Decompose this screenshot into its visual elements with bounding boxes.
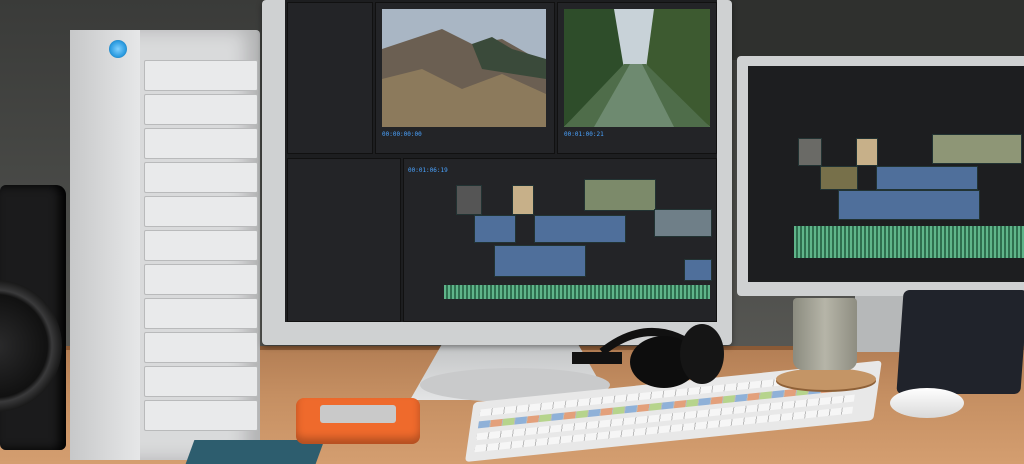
- program-monitor-panel: 00:01:00:21: [557, 2, 717, 154]
- monitor-stand: [855, 290, 905, 352]
- editing-studio-photo: 00:00:00:00 00:01:00:21 00:01:06:19: [0, 0, 1024, 464]
- drive-bay: [144, 366, 258, 397]
- media-browser-panel: [287, 158, 401, 322]
- drive-bay: [144, 298, 258, 329]
- video-clip[interactable]: [654, 209, 712, 237]
- audio-waveform[interactable]: [444, 285, 710, 299]
- mouse: [890, 388, 964, 418]
- video-clip[interactable]: [798, 138, 822, 166]
- video-clip[interactable]: [534, 215, 626, 243]
- video-clip[interactable]: [456, 185, 482, 215]
- video-clip[interactable]: [932, 134, 1022, 164]
- video-clip[interactable]: [474, 215, 516, 243]
- drive-bay: [144, 94, 258, 125]
- video-clip[interactable]: [512, 185, 534, 215]
- video-clip[interactable]: [820, 166, 858, 190]
- video-clip[interactable]: [856, 138, 878, 166]
- mountain-frame: [382, 9, 546, 127]
- drive-bay: [144, 400, 258, 431]
- headphones: [572, 324, 724, 388]
- drive-bay: [144, 264, 258, 295]
- timeline-panel: 00:01:06:19: [403, 158, 717, 322]
- video-clip[interactable]: [876, 166, 978, 190]
- video-clip[interactable]: [494, 245, 586, 277]
- drive-bay: [144, 128, 258, 159]
- drive-bay: [144, 196, 258, 227]
- drive-bay: [144, 230, 258, 261]
- audio-waveform[interactable]: [794, 226, 1024, 258]
- video-clip[interactable]: [684, 259, 712, 281]
- rugged-drive-plate: [320, 405, 396, 423]
- video-clip[interactable]: [838, 190, 980, 220]
- drive-bay: [144, 60, 258, 91]
- drive-bay: [144, 162, 258, 193]
- source-monitor-panel: 00:00:00:00: [375, 2, 555, 154]
- source-timecode: 00:00:00:00: [382, 131, 422, 138]
- drive-bay: [144, 332, 258, 363]
- main-monitor-screen: 00:00:00:00 00:01:00:21 00:01:06:19: [285, 0, 717, 322]
- river-frame: [564, 9, 710, 127]
- effect-controls-panel: [287, 2, 373, 154]
- video-clip[interactable]: [584, 179, 656, 211]
- coffee-mug: [793, 298, 857, 370]
- program-timecode: 00:01:00:21: [564, 131, 604, 138]
- timeline-timecode: 00:01:06:19: [408, 167, 448, 174]
- audio-mixer: [896, 290, 1024, 394]
- drive-tower-side: [70, 30, 140, 460]
- coaster: [776, 368, 876, 390]
- right-monitor-screen: [748, 66, 1024, 282]
- power-icon: [109, 40, 127, 58]
